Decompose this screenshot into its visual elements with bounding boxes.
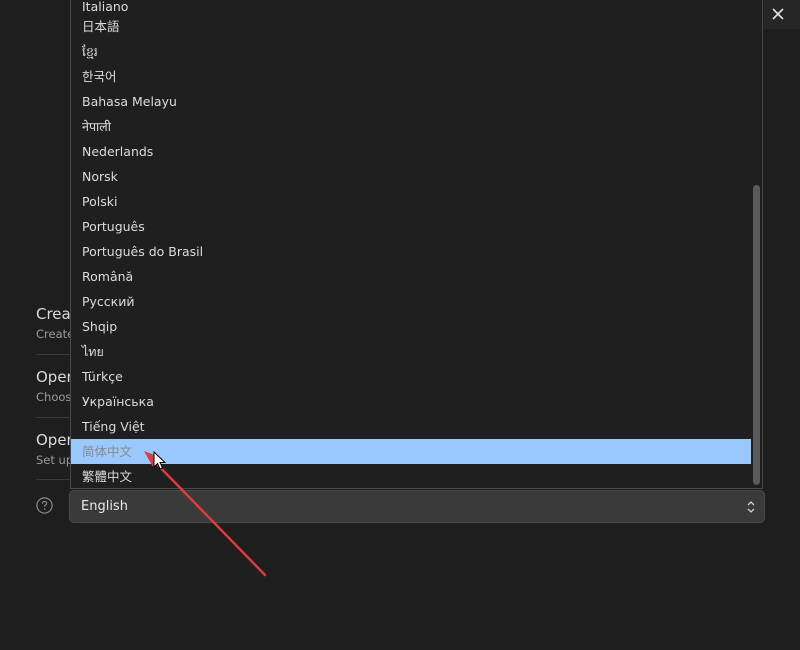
language-option[interactable]: Nederlands (71, 139, 751, 164)
help-circle-icon[interactable] (36, 497, 53, 514)
language-select[interactable]: English (69, 490, 765, 523)
language-option[interactable]: ខ្មែរ (71, 39, 751, 64)
language-option-highlighted[interactable]: 简体中文 (71, 439, 751, 464)
language-option[interactable]: Português (71, 214, 751, 239)
language-option[interactable]: Shqip (71, 314, 751, 339)
divider (36, 354, 72, 355)
language-select-value: English (81, 499, 128, 514)
language-option[interactable]: Українська (71, 389, 751, 414)
language-option[interactable]: Русский (71, 289, 751, 314)
language-option[interactable]: Tiếng Việt (71, 414, 751, 439)
language-dropdown-list: Italiano 日本語 ខ្មែរ 한국어 Bahasa Melayu नेप… (70, 0, 763, 489)
language-option[interactable]: 한국어 (71, 64, 751, 89)
language-option[interactable]: Norsk (71, 164, 751, 189)
language-option[interactable]: नेपाली (71, 114, 751, 139)
language-option[interactable]: Türkçe (71, 364, 751, 389)
chevron-up-down-icon (747, 501, 755, 513)
divider (36, 479, 72, 480)
language-option[interactable]: Português do Brasil (71, 239, 751, 264)
app-window: Creat Create Oper Choos Oper Set up Ital… (0, 0, 800, 650)
close-button[interactable] (766, 2, 790, 26)
language-option[interactable]: 繁體中文 (71, 464, 751, 488)
language-option[interactable]: Română (71, 264, 751, 289)
divider (36, 417, 72, 418)
language-option[interactable]: Bahasa Melayu (71, 89, 751, 114)
language-option[interactable]: ไทย (71, 339, 751, 364)
scrollbar-thumb[interactable] (753, 185, 760, 485)
close-icon (772, 8, 784, 20)
language-option[interactable]: Polski (71, 189, 751, 214)
language-option[interactable]: 日本語 (71, 14, 751, 39)
